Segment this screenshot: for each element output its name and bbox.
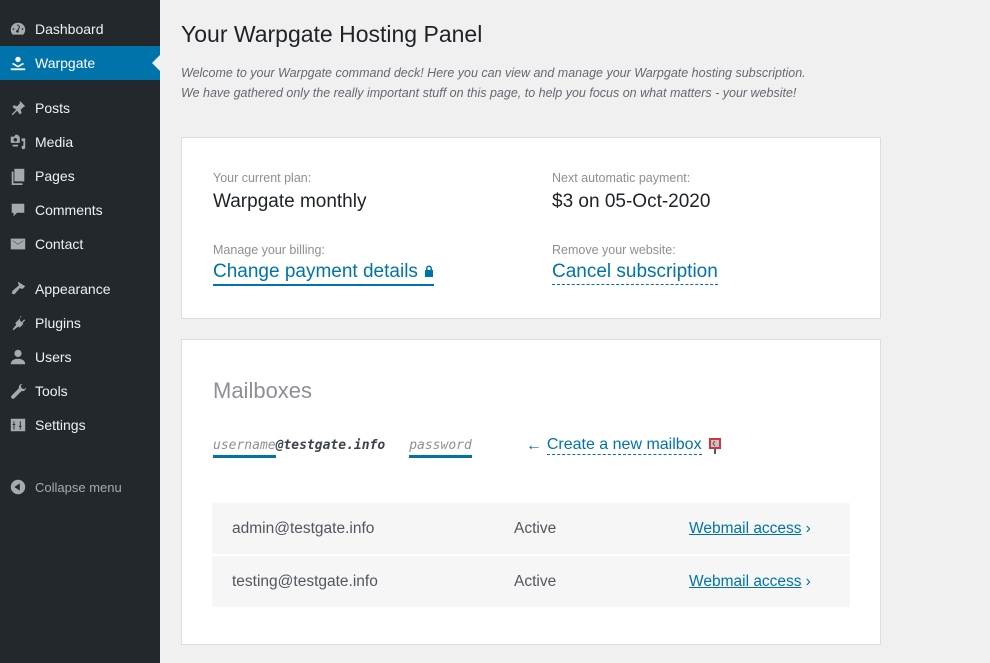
main-content: Your Warpgate Hosting Panel Welcome to y… — [181, 0, 881, 645]
mailboxes-title: Mailboxes — [213, 378, 313, 403]
media-icon — [8, 132, 28, 152]
sidebar-item-label: Warpgate — [35, 55, 96, 71]
wrench-icon — [8, 381, 28, 401]
sidebar-item-settings[interactable]: Settings — [0, 408, 160, 442]
billing: Manage your billing: Change payment deta… — [213, 243, 434, 286]
next-payment-value: $3 on 05-Oct-2020 — [552, 191, 711, 212]
next-payment-label: Next automatic payment: — [552, 171, 691, 185]
mailbox-status: Active — [514, 519, 557, 537]
sidebar-item-label: Plugins — [35, 315, 81, 331]
sidebar-item-plugins[interactable]: Plugins — [0, 306, 160, 340]
mailbox-email: testing@testgate.info — [232, 572, 378, 590]
envelope-icon — [8, 234, 28, 254]
brush-icon — [8, 279, 28, 299]
webmail-access-link[interactable]: Webmail access — [689, 573, 802, 590]
mailbox-table: admin@testgate.info Active Webmail acces… — [212, 503, 850, 609]
webmail-cell: Webmail access › — [689, 520, 850, 538]
menu-separator — [0, 80, 160, 91]
change-payment-details-link[interactable]: Change payment details — [213, 261, 434, 286]
menu-separator — [0, 261, 160, 272]
mailbox-email: admin@testgate.info — [232, 519, 375, 537]
sidebar-item-label: Tools — [35, 383, 68, 399]
intro-line: Welcome to your Warpgate command deck! H… — [181, 65, 806, 80]
username-placeholder: username — [213, 438, 276, 453]
comment-icon — [8, 200, 28, 220]
current-plan-label: Your current plan: — [213, 171, 312, 185]
sliders-icon — [8, 415, 28, 435]
sidebar-item-comments[interactable]: Comments — [0, 193, 160, 227]
collapse-menu-button[interactable]: Collapse menu — [0, 470, 160, 504]
sidebar-item-label: Media — [35, 134, 74, 150]
mailboxes-card: Mailboxes username @testgate.info passwo… — [181, 339, 881, 645]
username-input[interactable]: username — [213, 438, 276, 458]
webmail-cell: Webmail access › — [689, 573, 850, 591]
plug-icon — [8, 313, 28, 333]
sidebar-item-label: Settings — [35, 417, 86, 433]
sidebar-item-dashboard[interactable]: Dashboard — [0, 12, 160, 46]
sidebar-item-label: Posts — [35, 100, 71, 116]
arrow-left-icon: ← — [525, 436, 542, 454]
warpgate-icon — [8, 53, 28, 73]
sidebar-item-label: Contact — [35, 236, 84, 252]
collapse-arrow-icon — [8, 477, 28, 497]
sidebar-item-tools[interactable]: Tools — [0, 374, 160, 408]
mailbox-status: Active — [514, 572, 557, 590]
mailbox-icon — [708, 437, 721, 454]
dashboard-icon — [8, 19, 28, 39]
sidebar-item-contact[interactable]: Contact — [0, 227, 160, 261]
pin-icon — [8, 98, 28, 118]
password-placeholder: password — [409, 438, 472, 453]
mailbox-row: testing@testgate.info Active Webmail acc… — [212, 556, 850, 607]
webmail-access-link[interactable]: Webmail access — [689, 520, 802, 537]
sidebar-item-label: Users — [35, 349, 72, 365]
mailbox-row: admin@testgate.info Active Webmail acces… — [212, 503, 850, 554]
billing-label: Manage your billing: — [213, 243, 325, 257]
plan-card: Your current plan: Warpgate monthly Next… — [181, 137, 881, 319]
sidebar-item-users[interactable]: Users — [0, 340, 160, 374]
sidebar-item-label: Dashboard — [35, 21, 104, 37]
pages-icon — [8, 166, 28, 186]
user-icon — [8, 347, 28, 367]
sidebar-item-posts[interactable]: Posts — [0, 91, 160, 125]
lock-icon — [424, 261, 434, 277]
mailbox-domain: @testgate.info — [275, 438, 386, 453]
change-payment-details-text: Change payment details — [213, 261, 418, 282]
sidebar-item-label: Appearance — [35, 281, 111, 297]
sidebar-item-label: Comments — [35, 202, 103, 218]
page-title: Your Warpgate Hosting Panel — [181, 21, 483, 47]
create-mailbox-link[interactable]: ← Create a new mailbox — [526, 436, 721, 458]
new-mailbox-form: username @testgate.info password ← Creat… — [213, 436, 721, 458]
remove-website-label: Remove your website: — [552, 243, 676, 257]
next-payment: Next automatic payment: $3 on 05-Oct-202… — [552, 171, 710, 213]
chevron-right-icon: › — [805, 519, 811, 537]
current-plan-value: Warpgate monthly — [213, 191, 367, 212]
password-input[interactable]: password — [409, 438, 472, 458]
sidebar-item-label: Pages — [35, 168, 75, 184]
intro-line: We have gathered only the really importa… — [181, 85, 797, 100]
sidebar-item-appearance[interactable]: Appearance — [0, 272, 160, 306]
admin-sidebar: Dashboard Warpgate Posts Media Pages Com… — [0, 0, 160, 663]
collapse-menu-label: Collapse menu — [35, 479, 122, 495]
sidebar-item-warpgate[interactable]: Warpgate — [0, 46, 160, 80]
intro-text: Welcome to your Warpgate command deck! H… — [181, 63, 881, 103]
admin-menu: Dashboard Warpgate Posts Media Pages Com… — [0, 0, 160, 504]
chevron-right-icon: › — [805, 572, 811, 590]
sidebar-item-media[interactable]: Media — [0, 125, 160, 159]
remove-website: Remove your website: Cancel subscription — [552, 243, 718, 285]
create-mailbox-text: Create a new mailbox — [546, 436, 702, 455]
sidebar-item-pages[interactable]: Pages — [0, 159, 160, 193]
current-plan: Your current plan: Warpgate monthly — [213, 171, 366, 213]
cancel-subscription-link[interactable]: Cancel subscription — [552, 261, 718, 285]
